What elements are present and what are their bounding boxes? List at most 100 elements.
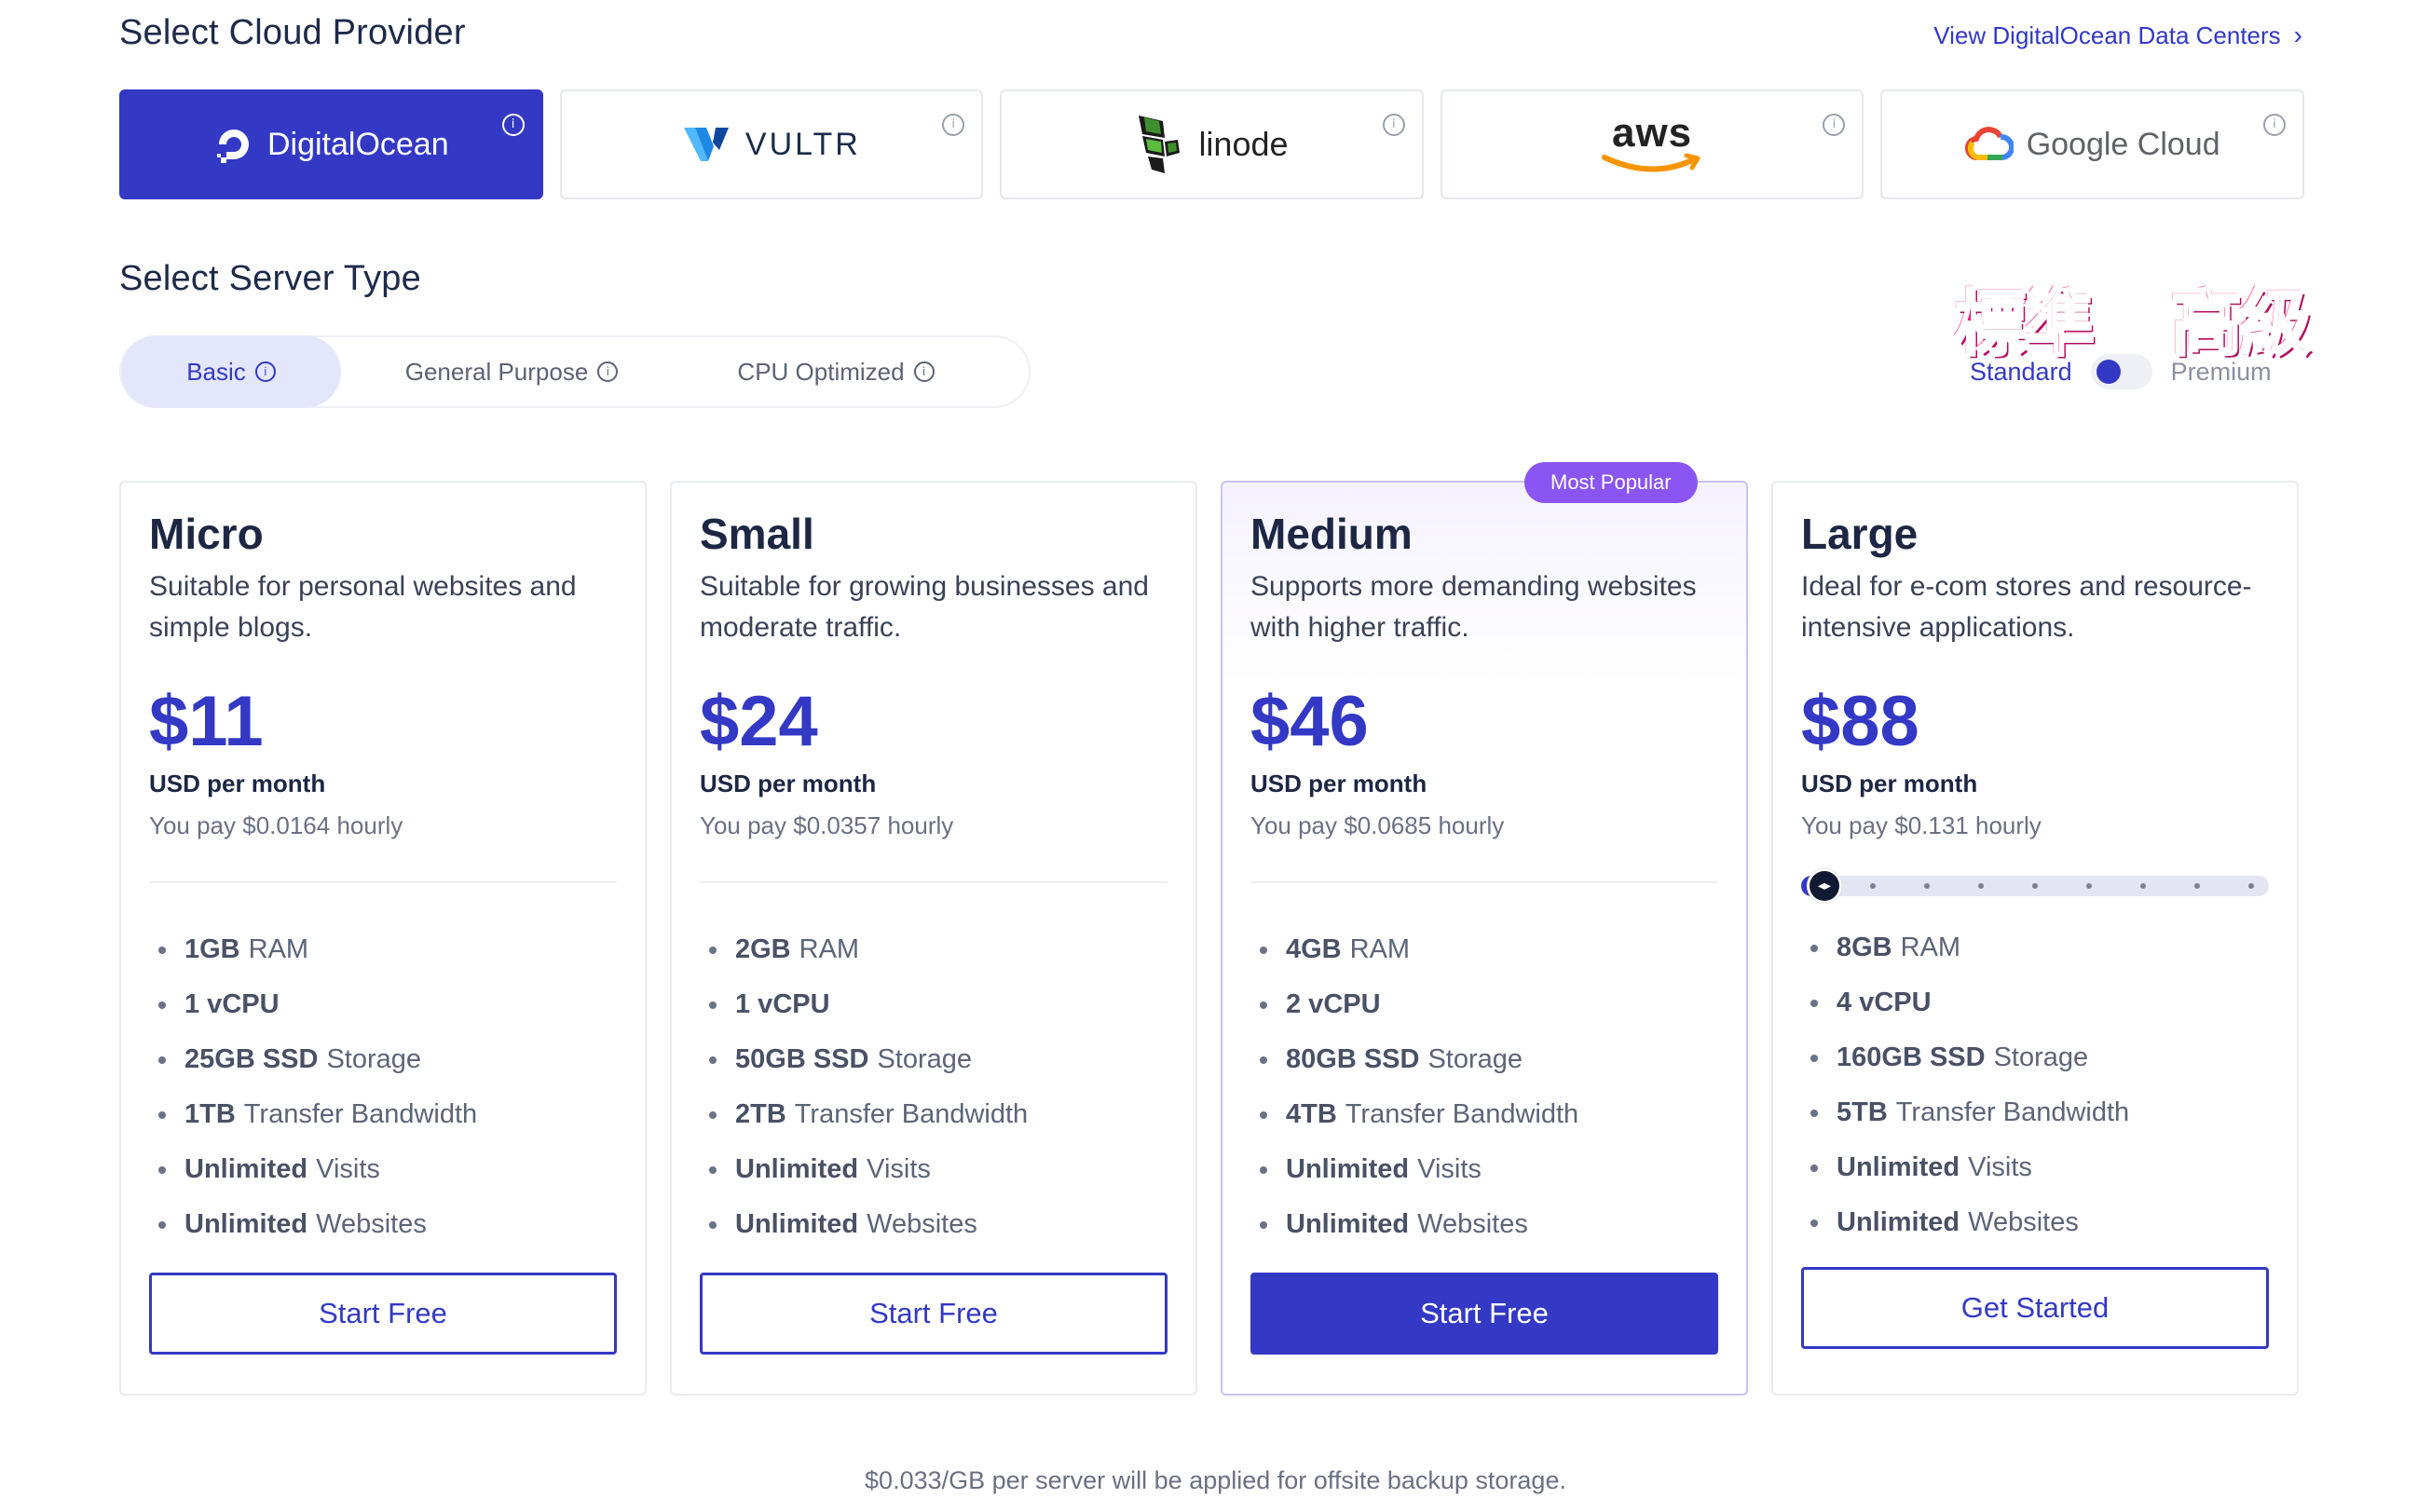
slider-step-dot[interactable] <box>1924 883 1930 889</box>
feature-label: Transfer Bandwidth <box>794 1099 1029 1129</box>
slider-step-dot[interactable] <box>2248 883 2254 889</box>
bullet-icon <box>1810 944 1818 952</box>
vultr-logo: VULTR <box>682 124 861 165</box>
feature-item: 25GB SSD Storage <box>149 1032 617 1087</box>
bullet-icon <box>158 1220 166 1229</box>
feature-value: Unlimited <box>1286 1209 1410 1239</box>
price-period: USD per month <box>149 770 326 797</box>
info-icon[interactable]: i <box>597 361 619 382</box>
feature-item: 160GB SSD Storage <box>1801 1030 2269 1085</box>
info-icon[interactable]: i <box>2262 114 2286 136</box>
feature-item: Unlimited Websites <box>1801 1195 2269 1250</box>
feature-item: 1GB RAM <box>149 922 617 977</box>
slider-step-dot[interactable] <box>1870 883 1876 889</box>
divider <box>700 881 1168 883</box>
start-free-button[interactable]: Start Free <box>1250 1273 1718 1355</box>
plan-description: Suitable for growing businesses and mode… <box>700 571 1149 643</box>
bullet-icon <box>1810 1219 1818 1227</box>
bullet-icon <box>1260 1220 1267 1229</box>
tier-switch[interactable] <box>2090 354 2152 389</box>
slider-step-dot[interactable] <box>2032 883 2038 889</box>
provider-card-google-cloud[interactable]: Google Cloud i <box>1880 89 2304 199</box>
feature-value: 1GB <box>184 934 240 964</box>
plan-description: Supports more demanding websites with hi… <box>1250 571 1697 643</box>
hourly-price: You pay $0.0685 hourly <box>1250 811 1505 839</box>
bullet-icon <box>158 1056 166 1064</box>
slider-step-dot[interactable] <box>1978 883 1984 889</box>
feature-item: 1TB Transfer Bandwidth <box>149 1087 617 1142</box>
feature-item: Unlimited Visits <box>700 1142 1168 1197</box>
feature-value: 1 vCPU <box>184 989 280 1019</box>
info-icon[interactable]: i <box>254 361 276 382</box>
info-icon[interactable]: i <box>913 361 935 382</box>
feature-value: 80GB SSD <box>1286 1044 1420 1074</box>
feature-label: Storage <box>326 1044 422 1074</box>
size-slider[interactable]: ◂▸ <box>1801 868 2269 904</box>
get-started-button[interactable]: Get Started <box>1801 1267 2269 1349</box>
feature-label: Visits <box>316 1154 380 1184</box>
plan-name: Micro <box>149 510 264 558</box>
standard-label[interactable]: Standard <box>1970 358 2072 387</box>
feature-label: Visits <box>867 1154 931 1184</box>
provider-section-title: Select Cloud Provider <box>119 13 466 52</box>
tab-cpu-optimized[interactable]: CPU Optimized i <box>682 335 990 408</box>
feature-item: Unlimited Websites <box>700 1197 1168 1252</box>
google-cloud-logo: Google Cloud <box>1964 126 2220 163</box>
provider-card-vultr[interactable]: VULTR i <box>559 89 984 199</box>
feature-value: 4 vCPU <box>1837 988 1932 1017</box>
provider-card-linode[interactable]: linode i <box>1000 89 1424 199</box>
google-cloud-icon <box>1964 127 2014 161</box>
feature-value: 4GB <box>1286 934 1342 964</box>
feature-item: Unlimited Visits <box>1801 1140 2269 1195</box>
feature-value: Unlimited <box>1837 1207 1960 1237</box>
feature-item: 5TB Transfer Bandwidth <box>1801 1085 2269 1140</box>
provider-name: aws <box>1611 110 1693 156</box>
feature-item: 4TB Transfer Bandwidth <box>1250 1087 1718 1142</box>
slider-step-dot[interactable] <box>2086 883 2092 889</box>
start-free-button[interactable]: Start Free <box>149 1273 617 1355</box>
info-icon[interactable]: i <box>942 114 965 136</box>
bullet-icon <box>158 1110 166 1119</box>
price-period: USD per month <box>1801 770 1978 797</box>
feature-list: 8GB RAM 4 vCPU 160GB SSD Storage 5TB Transf… <box>1801 920 2269 1250</box>
feature-value: 1 vCPU <box>735 989 830 1019</box>
feature-label: RAM <box>799 934 860 964</box>
bullet-icon <box>158 1001 166 1009</box>
start-free-button[interactable]: Start Free <box>700 1273 1168 1355</box>
feature-item: 80GB SSD Storage <box>1250 1032 1718 1087</box>
premium-label[interactable]: Premium <box>2171 358 2272 387</box>
view-data-centers-link[interactable]: View DigitalOcean Data Centers › <box>1933 20 2302 50</box>
tab-general-purpose[interactable]: General Purpose i <box>341 335 682 408</box>
info-icon[interactable]: i <box>1823 114 1846 136</box>
slider-step-dot[interactable] <box>2194 883 2200 889</box>
feature-value: 2GB <box>735 934 791 964</box>
pricing-page: Select Cloud Provider View DigitalOcean … <box>0 0 2431 1512</box>
feature-item: 2GB RAM <box>700 922 1168 977</box>
bullet-icon <box>1260 1110 1267 1119</box>
provider-name: linode <box>1198 125 1289 163</box>
feature-item: Unlimited Visits <box>1250 1142 1718 1197</box>
feature-item: 4 vCPU <box>1801 975 2269 1030</box>
info-icon[interactable]: i <box>1382 114 1405 136</box>
bullet-icon <box>1260 1056 1267 1064</box>
feature-item: Unlimited Websites <box>149 1197 617 1252</box>
feature-label: Websites <box>1417 1209 1528 1239</box>
provider-name: VULTR <box>744 126 861 162</box>
tab-basic[interactable]: Basic i <box>121 335 341 408</box>
info-icon[interactable]: i <box>501 114 525 136</box>
server-type-title: Select Server Type <box>119 259 421 298</box>
feature-label: Visits <box>1968 1152 2032 1182</box>
chevron-right-icon: › <box>2293 20 2302 49</box>
aws-smile-icon <box>1602 153 1700 172</box>
slider-step-dot[interactable] <box>2140 883 2146 889</box>
provider-card-digitalocean[interactable]: DigitalOcean i <box>119 89 543 199</box>
linode-logo: linode <box>1135 114 1289 175</box>
plan-price: $24 <box>700 682 818 761</box>
slider-handle-icon[interactable]: ◂▸ <box>1807 868 1842 904</box>
feature-value: Unlimited <box>1286 1154 1410 1184</box>
bullet-icon <box>1810 1164 1818 1172</box>
provider-card-aws[interactable]: aws i <box>1440 89 1864 199</box>
bullet-icon <box>709 1165 717 1174</box>
feature-value: Unlimited <box>184 1209 308 1239</box>
bullet-icon <box>709 1001 717 1009</box>
